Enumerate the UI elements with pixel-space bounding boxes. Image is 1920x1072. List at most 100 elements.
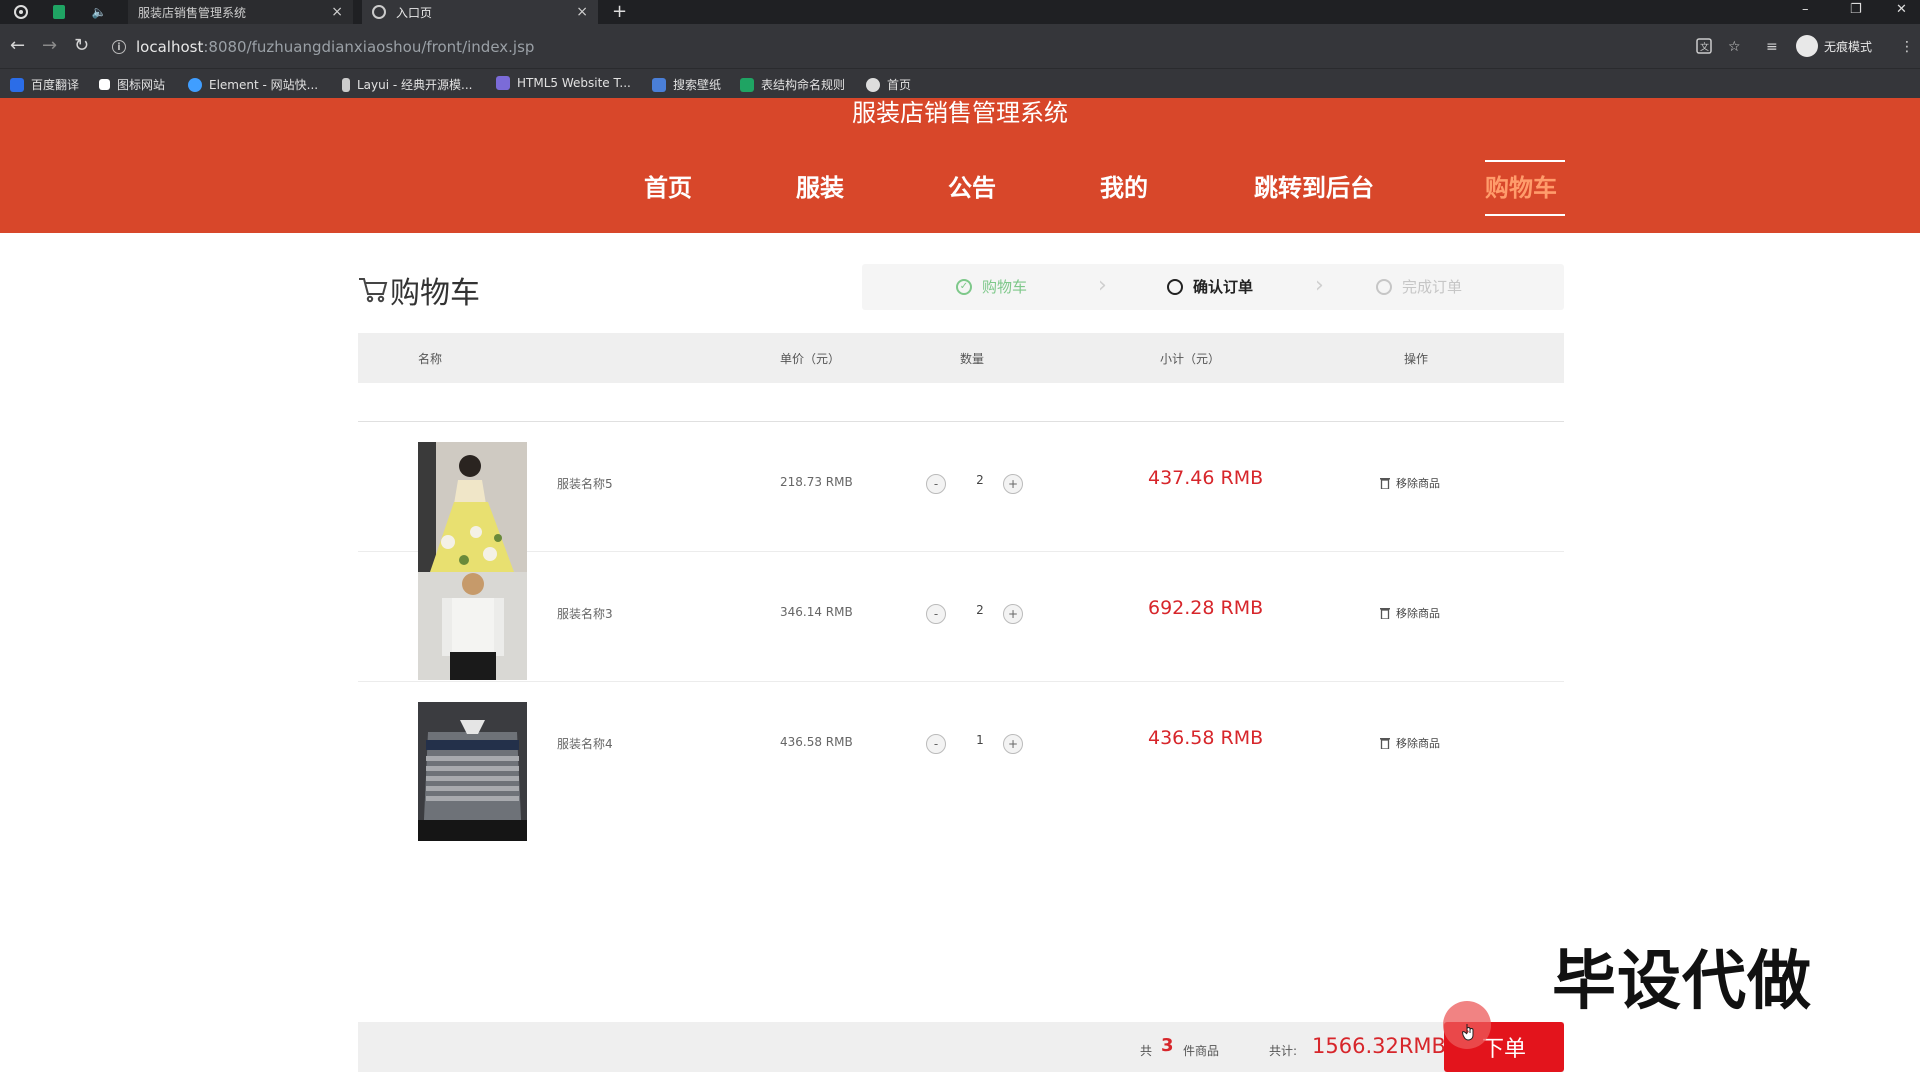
unit-price: 436.58 RMB — [780, 735, 853, 749]
url-path: :8080/fuzhuangdianxiaoshou/front/index.j… — [203, 38, 535, 56]
bookmark-icon — [10, 77, 24, 92]
product-thumbnail[interactable] — [418, 702, 527, 841]
quantity-increment-button[interactable]: + — [1003, 474, 1023, 494]
bookmark-wallpaper[interactable]: 搜索壁纸 — [652, 76, 721, 93]
watermark-text: 毕设代做 — [1552, 945, 1812, 1019]
quantity-decrement-button[interactable]: - — [926, 474, 946, 494]
close-icon[interactable]: × — [331, 4, 343, 20]
nav-home[interactable]: 首页 — [644, 171, 692, 205]
bookmark-baidu-translate[interactable]: 百度翻译 — [10, 76, 79, 93]
step-label: 完成订单 — [1402, 278, 1463, 296]
menu-dots-icon[interactable]: ⋮ — [1900, 38, 1914, 56]
bookmark-label: 首页 — [887, 78, 912, 92]
step-confirm-order: 确认订单 — [1167, 276, 1253, 297]
profile-label: 无痕模式 — [1824, 39, 1873, 54]
column-actions: 操作 — [1404, 352, 1429, 366]
cart-heading-label: 购物车 — [390, 276, 480, 311]
chevron-right-icon: › — [1315, 273, 1324, 298]
reading-list-icon[interactable]: ≡ — [1766, 38, 1778, 56]
reload-icon[interactable]: ↻ — [74, 36, 89, 56]
remove-item-button[interactable]: 移除商品 — [1380, 605, 1440, 621]
shopping-cart-icon — [358, 276, 388, 304]
step-label: 购物车 — [982, 278, 1028, 296]
bookmark-element[interactable]: Element - 网站快... — [188, 76, 318, 93]
back-arrow-icon[interactable]: ← — [10, 36, 25, 56]
new-tab-button[interactable]: + — [612, 0, 627, 24]
url-field[interactable]: i localhost :8080/fuzhuangdianxiaoshou/f… — [112, 34, 534, 60]
cart-total: 1566.32RMB — [1312, 1034, 1446, 1058]
nav-notice[interactable]: 公告 — [948, 171, 996, 205]
row-subtotal: 437.46 RMB — [1148, 467, 1264, 489]
tab-title: 服装店销售管理系统 — [138, 5, 247, 20]
incognito-profile[interactable]: 无痕模式 — [1796, 35, 1872, 57]
total-label: 共计: — [1269, 1044, 1298, 1058]
column-subtotal: 小计（元） — [1160, 352, 1221, 366]
bookmark-label: 搜索壁纸 — [673, 78, 722, 92]
bookmark-home[interactable]: 首页 — [866, 76, 911, 93]
tab-admin-system[interactable]: 服装店销售管理系统 × — [128, 0, 353, 24]
circle-icon — [1376, 278, 1392, 295]
product-thumbnail[interactable] — [418, 572, 527, 680]
chrome-icon[interactable] — [12, 3, 30, 21]
step-cart: ✓ 购物车 — [956, 276, 1027, 297]
forward-arrow-icon[interactable]: → — [42, 36, 57, 56]
table-row: 服装名称4 436.58 RMB - 1 + 436.58 RMB 移除商品 — [358, 682, 1564, 841]
quantity-increment-button[interactable]: + — [1003, 734, 1023, 754]
page-title: 购物车 — [358, 268, 480, 312]
trash-icon — [1380, 607, 1390, 620]
product-name[interactable]: 服装名称5 — [557, 475, 613, 492]
table-row: 服装名称3 346.14 RMB - 2 + 692.28 RMB 移除商品 — [358, 552, 1564, 682]
incognito-icon — [1796, 35, 1818, 57]
close-icon[interactable]: × — [576, 4, 588, 20]
bookmark-label: 百度翻译 — [31, 78, 80, 92]
sheet-icon[interactable] — [50, 3, 68, 21]
nav-mine[interactable]: 我的 — [1100, 171, 1148, 205]
quantity-value: 2 — [976, 473, 984, 487]
step-label: 确认订单 — [1193, 278, 1254, 296]
minimize-button[interactable]: – — [1802, 0, 1809, 24]
remove-label: 移除商品 — [1396, 477, 1440, 490]
row-subtotal: 436.58 RMB — [1148, 727, 1264, 749]
window-close-button[interactable]: ✕ — [1896, 0, 1907, 24]
star-icon[interactable]: ☆ — [1728, 38, 1741, 56]
count-suffix: 件商品 — [1183, 1044, 1220, 1058]
product-name[interactable]: 服装名称3 — [557, 605, 613, 622]
bookmark-html5-template[interactable]: HTML5 Website T... — [496, 76, 631, 90]
quantity-increment-button[interactable]: + — [1003, 604, 1023, 624]
nav-cart[interactable]: 购物车 — [1485, 171, 1557, 205]
speaker-icon[interactable]: 🔈 — [90, 3, 108, 21]
remove-item-button[interactable]: 移除商品 — [1380, 475, 1440, 491]
html5-logo-icon — [496, 76, 510, 90]
trash-icon — [1380, 477, 1390, 490]
quantity-value: 1 — [976, 733, 984, 747]
element-logo-icon — [188, 77, 202, 92]
remove-item-button[interactable]: 移除商品 — [1380, 735, 1440, 751]
column-unit-price: 单价（元） — [780, 352, 841, 366]
bookmark-naming-rules[interactable]: 表结构命名规则 — [740, 76, 845, 93]
nav-admin[interactable]: 跳转到后台 — [1254, 171, 1374, 205]
count-prefix: 共 — [1140, 1044, 1153, 1058]
product-name[interactable]: 服装名称4 — [557, 735, 613, 752]
table-row: 服装名称5 218.73 RMB - 2 + 437.46 RMB 移除商品 — [358, 422, 1564, 572]
translate-icon[interactable]: 文 — [1696, 38, 1712, 59]
bookmark-label: 表结构命名规则 — [761, 78, 846, 92]
sheet-icon — [740, 77, 754, 92]
quantity-decrement-button[interactable]: - — [926, 604, 946, 624]
info-icon[interactable]: i — [112, 40, 126, 54]
quantity-decrement-button[interactable]: - — [926, 734, 946, 754]
globe-icon — [866, 77, 880, 92]
wallpaper-logo-icon — [652, 77, 666, 92]
check-icon: ✓ — [956, 278, 972, 295]
step-complete-order: 完成订单 — [1376, 276, 1462, 297]
quantity-value: 2 — [976, 603, 984, 617]
order-steps: ✓ 购物车 › 确认订单 › 完成订单 — [862, 264, 1564, 310]
layui-logo-icon — [342, 77, 350, 92]
unit-price: 218.73 RMB — [780, 475, 853, 489]
nav-clothing[interactable]: 服装 — [796, 171, 844, 205]
bookmark-icon-site[interactable]: 图标网站 — [99, 76, 165, 93]
tab-entry-page[interactable]: 入口页 × — [362, 0, 598, 24]
restore-button[interactable]: ❐ — [1850, 0, 1862, 24]
bookmark-layui[interactable]: Layui - 经典开源模... — [342, 76, 472, 93]
svg-text:文: 文 — [1700, 41, 1709, 53]
browser-tab-bar: 🔈 服装店销售管理系统 × 入口页 × + – ❐ ✕ — [0, 0, 1920, 24]
